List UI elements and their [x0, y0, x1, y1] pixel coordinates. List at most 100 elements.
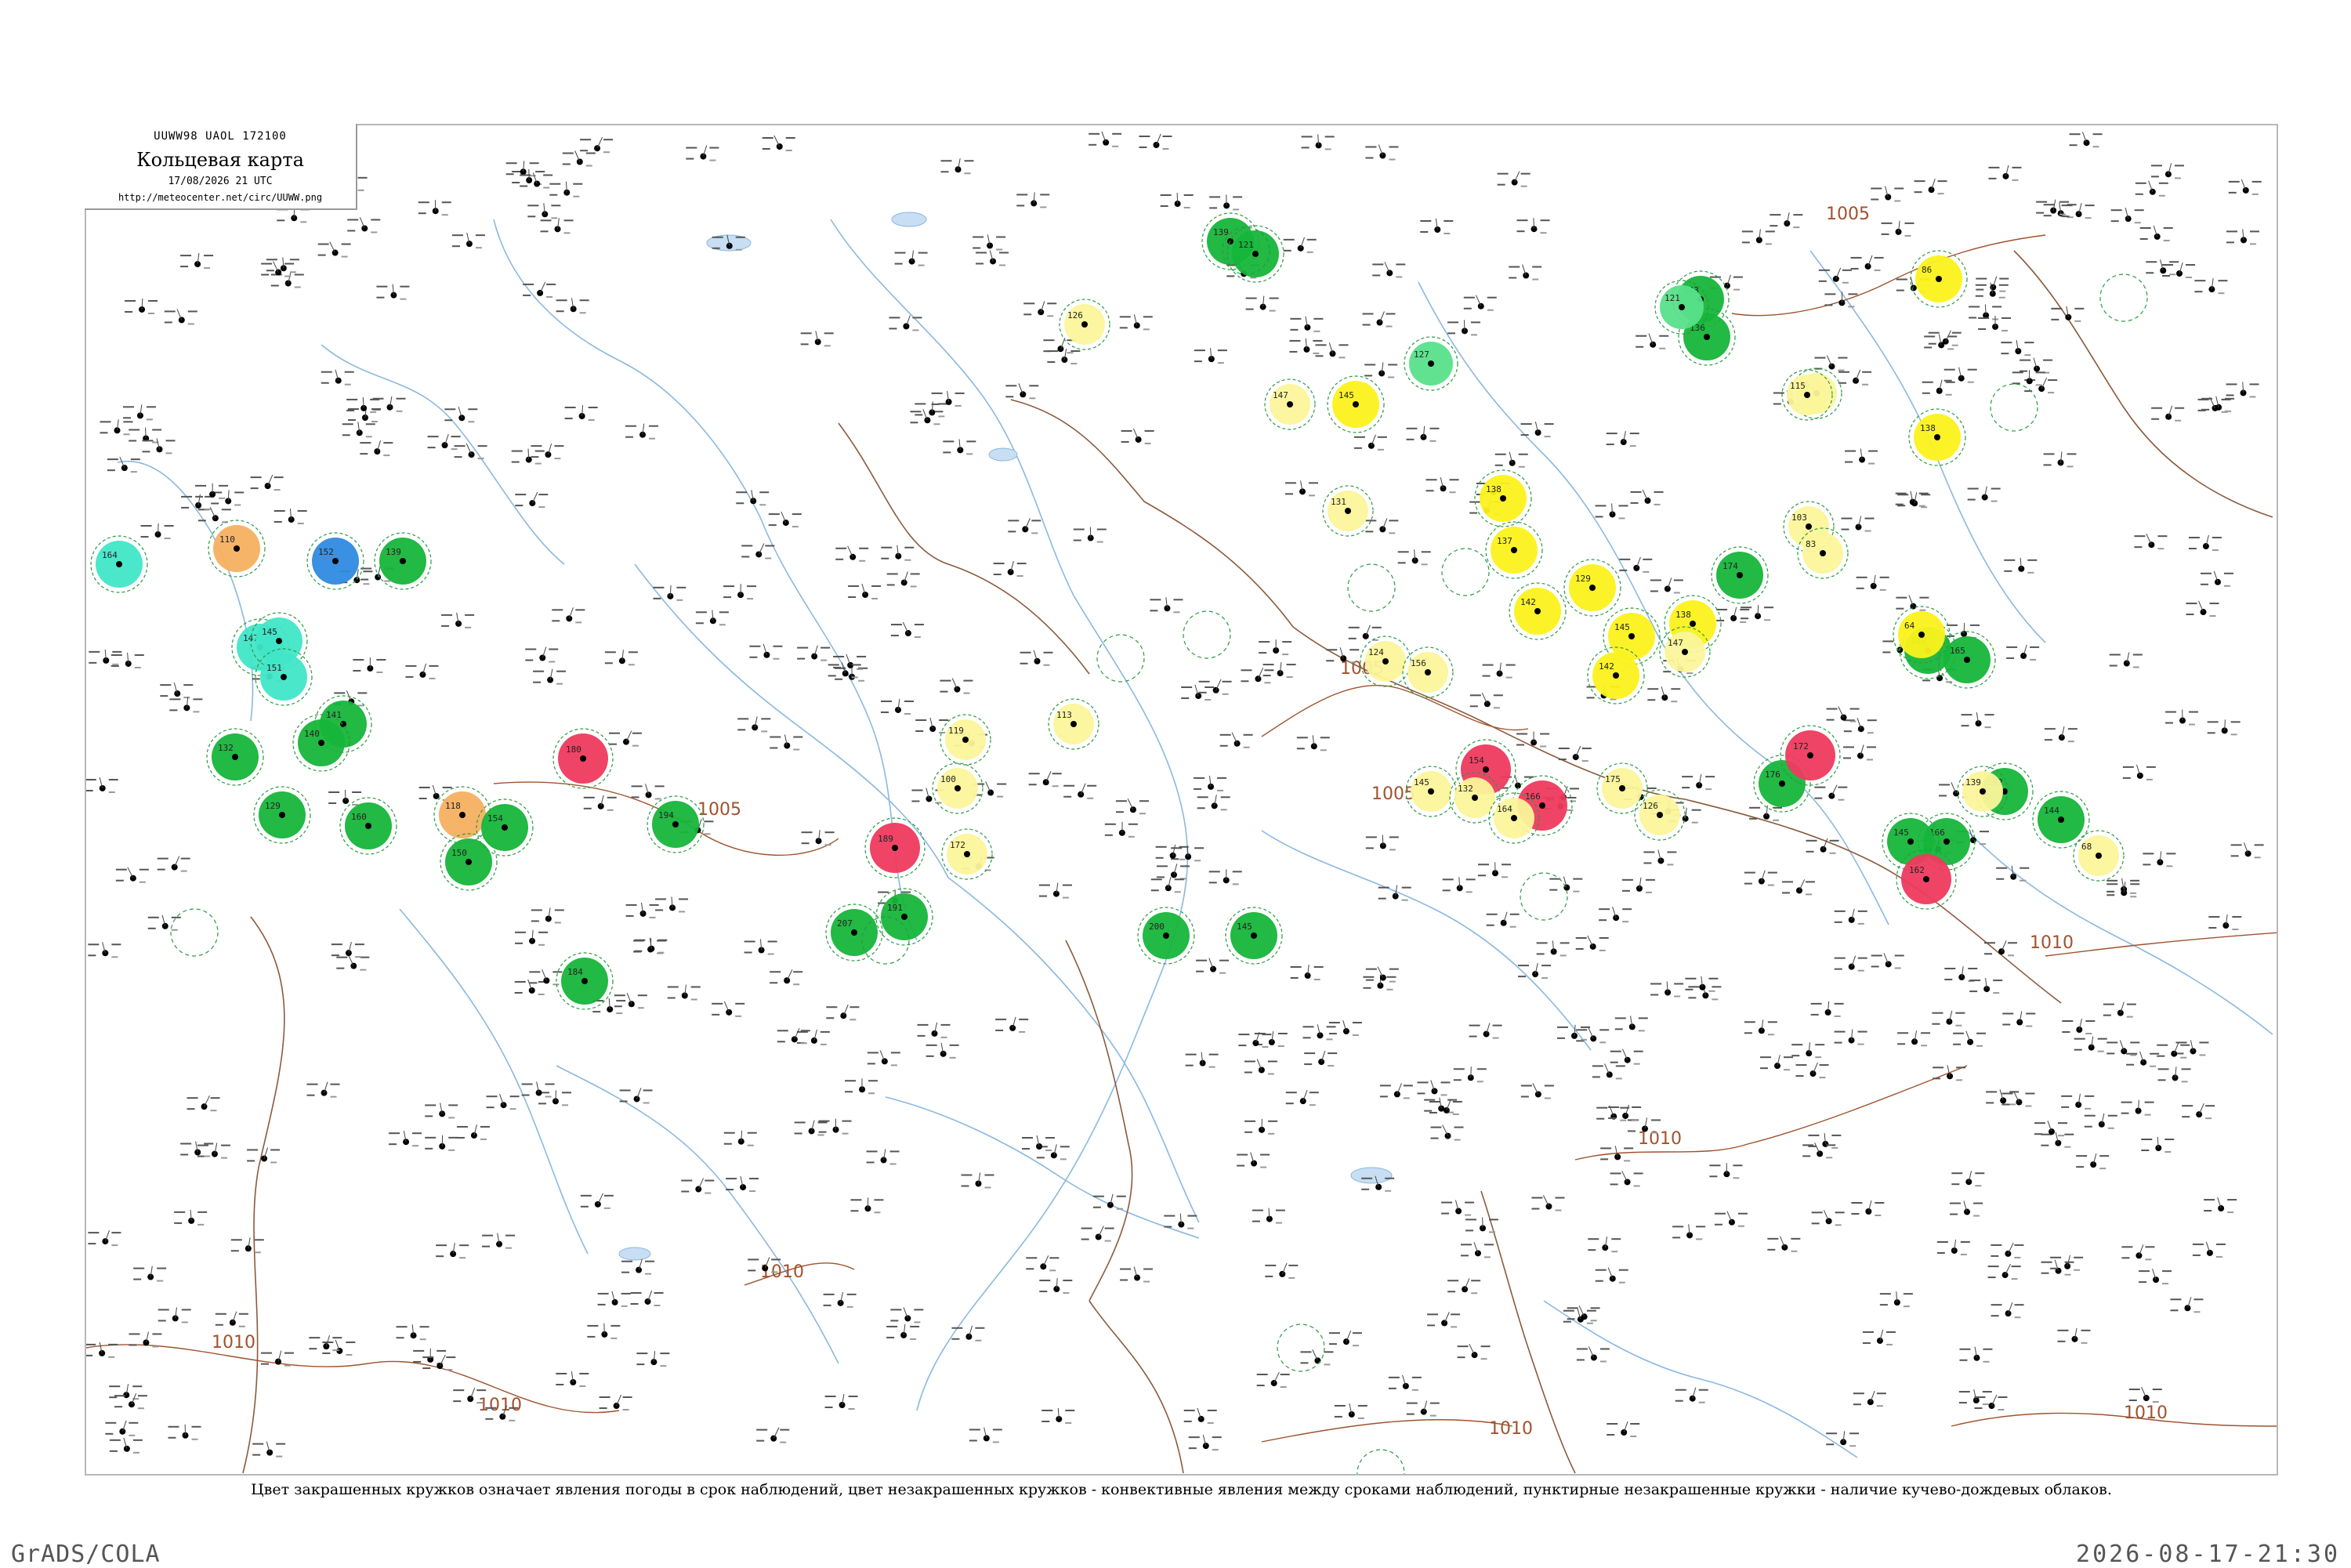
station-plot [1151, 877, 1184, 893]
station-thunderstorm-recent: 175 [1597, 763, 1647, 813]
station-plot [444, 407, 477, 422]
road [839, 423, 1089, 674]
station-pressure: 189 [878, 834, 893, 844]
station-plot [1039, 883, 1072, 899]
station-dot [1690, 621, 1696, 627]
station-plot [1715, 1211, 1748, 1227]
station-plot [100, 419, 133, 435]
station-plot [1378, 885, 1411, 901]
station-plot [1255, 1031, 1288, 1047]
station-plot [2129, 1387, 2162, 1403]
station-plot [389, 1131, 422, 1146]
station-dot [1737, 572, 1743, 578]
station-plot [1843, 744, 1876, 760]
station-dot [318, 740, 324, 746]
station-pressure: 154 [487, 813, 503, 824]
station-plot [347, 217, 380, 233]
station-plot [1607, 1421, 1639, 1437]
station-plot [2201, 571, 2233, 587]
isobar-label: 1010 [1489, 1419, 1533, 1439]
station-plot [1246, 296, 1279, 312]
isobar-label: 1010 [760, 1262, 804, 1282]
station-plot [1549, 877, 1582, 893]
station-plot [632, 784, 665, 799]
station-plot [1164, 1214, 1197, 1229]
station-plot [1991, 1243, 2023, 1258]
software-credit: GrADS/COLA [11, 1541, 161, 1568]
lake [1351, 1168, 1392, 1183]
station-plot [2002, 1011, 2035, 1027]
render-timestamp: 2026-08-17-21:30 [2076, 1541, 2340, 1568]
station-pressure: 64 [1904, 621, 1915, 631]
station-plot [741, 543, 774, 559]
station-plot [247, 1147, 280, 1163]
station-plot [252, 1442, 285, 1458]
road [1011, 400, 1293, 627]
station-plot [2074, 1037, 2107, 1052]
isobar-1010-mid [1575, 1066, 1967, 1160]
station-dot [1704, 334, 1710, 340]
station-plot [1289, 339, 1322, 354]
station-fog-haze: 110 [208, 520, 265, 577]
station-dot [1907, 838, 1914, 845]
station-plot [723, 584, 756, 599]
station-plot [1498, 172, 1531, 187]
station-plot [1767, 1237, 1800, 1252]
station-plot [1929, 331, 1962, 346]
station-plot [1744, 871, 1777, 886]
station-plot [168, 1425, 201, 1440]
station-plot [1577, 1346, 1610, 1362]
station-plot [1991, 1302, 2024, 1318]
roads-layer [243, 251, 2273, 1473]
station-plot [1596, 503, 1628, 519]
station-pressure: 127 [1414, 349, 1429, 360]
station-pressure: 152 [318, 547, 334, 557]
station-pressure: 131 [1331, 497, 1346, 507]
station-plot [318, 242, 351, 258]
station-plot [631, 1291, 664, 1306]
station-dot [279, 812, 285, 818]
station-plot [581, 1193, 614, 1209]
station-plot [1197, 795, 1230, 810]
station-plot [724, 1131, 757, 1146]
river [1262, 831, 1591, 1050]
station-plot [1631, 490, 1664, 505]
station-plot [2194, 278, 2227, 294]
station-pressure: 126 [1643, 801, 1658, 811]
station-plot [951, 1326, 984, 1342]
cb-ring-empty [1991, 384, 2038, 431]
station-plot [1461, 1242, 1494, 1258]
station-plot [890, 1307, 923, 1323]
cb-ring-empty [1277, 1324, 1324, 1371]
isobar-label: 1005 [1826, 205, 1870, 224]
station-plot [881, 545, 914, 561]
station-plot [520, 172, 552, 188]
station-plot [887, 571, 920, 587]
station-plot [1121, 429, 1154, 444]
station-plot [187, 1095, 220, 1111]
station-plot [915, 718, 948, 733]
station-plot [1238, 1032, 1271, 1048]
stations-layer: 1521641471451511101181391411401321291501… [91, 213, 2147, 1476]
station-plot [2143, 851, 2175, 867]
station-plot [580, 137, 613, 153]
station-plot [1074, 527, 1107, 543]
station-plot [1364, 362, 1397, 378]
station-pressure: 137 [1497, 536, 1512, 546]
station-pressure: 100 [940, 774, 956, 784]
station-plot [1487, 912, 1520, 928]
station-dot [580, 755, 586, 762]
station-plot [133, 1266, 166, 1282]
station-plot [848, 584, 881, 599]
station-plot [1023, 301, 1056, 317]
station-plot [1811, 1001, 1844, 1017]
station-plot [1559, 746, 1592, 762]
station-plot [1297, 735, 1330, 751]
station-pressure: 141 [326, 710, 342, 720]
station-thunderstorm-recent: 132 [1450, 773, 1500, 823]
station-pressure: 142 [1599, 661, 1614, 672]
station-plot [763, 136, 795, 151]
station-plot [2139, 1269, 2172, 1284]
station-plot [110, 1438, 143, 1454]
station-thunderstorm-recent: 126 [1060, 299, 1110, 349]
